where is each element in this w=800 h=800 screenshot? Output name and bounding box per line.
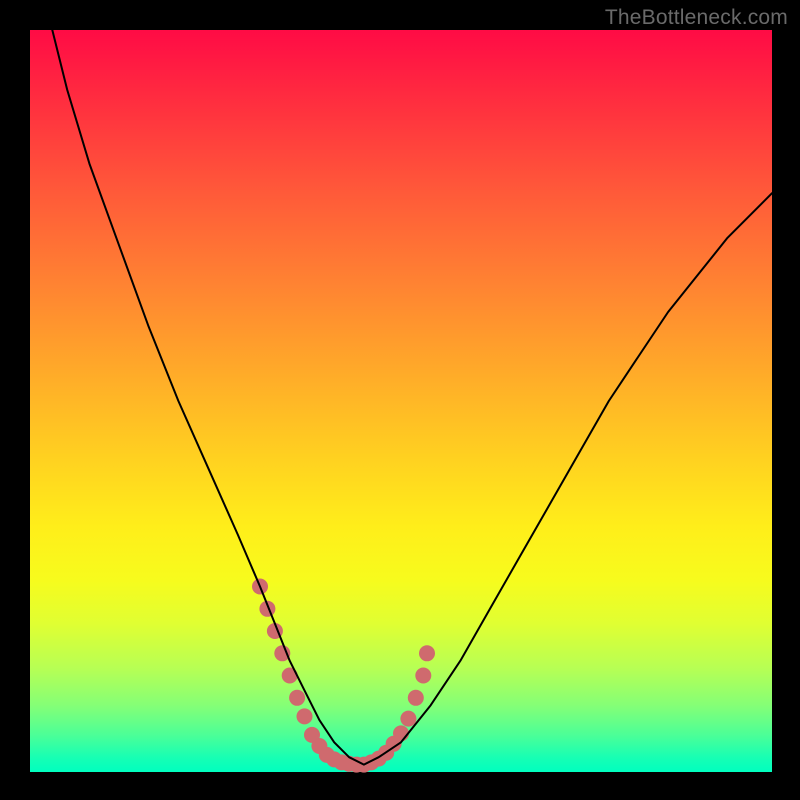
marker-layer bbox=[252, 579, 435, 773]
bottleneck-curve bbox=[52, 30, 772, 765]
curve-marker bbox=[289, 690, 305, 706]
curve-marker bbox=[297, 708, 313, 724]
curve-marker bbox=[419, 645, 435, 661]
watermark-text: TheBottleneck.com bbox=[605, 6, 788, 30]
curve-marker bbox=[400, 711, 416, 727]
chart-frame: TheBottleneck.com bbox=[0, 0, 800, 800]
curve-marker bbox=[415, 668, 431, 684]
curve-marker bbox=[408, 690, 424, 706]
plot-area bbox=[30, 30, 772, 772]
chart-svg bbox=[30, 30, 772, 772]
curve-marker bbox=[393, 725, 409, 741]
curve-marker bbox=[274, 645, 290, 661]
